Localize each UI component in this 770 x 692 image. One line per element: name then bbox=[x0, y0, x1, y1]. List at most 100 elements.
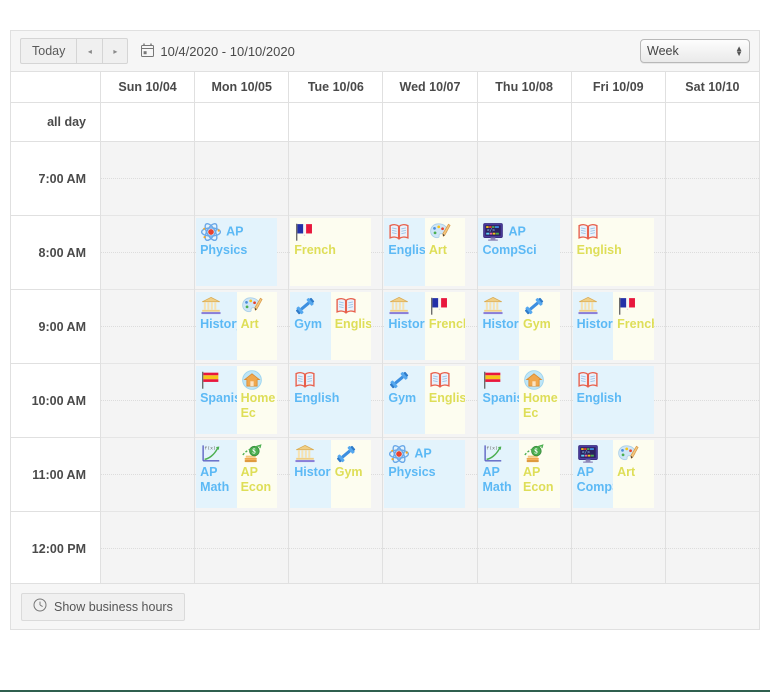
half-hour-slot[interactable] bbox=[289, 179, 382, 216]
calendar-event[interactable]: $ AP Econ bbox=[519, 440, 560, 508]
half-hour-slot[interactable] bbox=[195, 549, 288, 583]
slot-cell-0-0[interactable] bbox=[101, 142, 194, 216]
slot-cell-3-0[interactable] bbox=[383, 142, 476, 216]
calendar-event[interactable]: History bbox=[384, 292, 425, 360]
slot-cell-4-0[interactable] bbox=[478, 142, 571, 216]
calendar-event[interactable]: Home Ec bbox=[519, 366, 560, 434]
half-hour-slot[interactable] bbox=[101, 216, 194, 253]
calendar-event[interactable]: English bbox=[331, 292, 372, 360]
calendar-event[interactable]: English bbox=[384, 218, 425, 286]
calendar-event[interactable]: French bbox=[613, 292, 654, 360]
half-hour-slot[interactable] bbox=[383, 549, 476, 583]
half-hour-slot[interactable] bbox=[101, 512, 194, 549]
half-hour-slot[interactable] bbox=[478, 549, 571, 583]
half-hour-slot[interactable] bbox=[572, 142, 665, 179]
all-day-cell-0[interactable] bbox=[101, 103, 195, 141]
half-hour-slot[interactable] bbox=[666, 253, 759, 290]
calendar-event[interactable]: English bbox=[573, 366, 654, 434]
half-hour-slot[interactable] bbox=[383, 179, 476, 216]
half-hour-slot[interactable] bbox=[478, 142, 571, 179]
half-hour-slot[interactable] bbox=[666, 216, 759, 253]
calendar-event[interactable]: Spanish bbox=[196, 366, 237, 434]
day-header-2[interactable]: Tue 10/06 bbox=[289, 72, 383, 102]
all-day-cell-6[interactable] bbox=[666, 103, 759, 141]
calendar-event[interactable]: Spanish bbox=[478, 366, 519, 434]
half-hour-slot[interactable] bbox=[289, 549, 382, 583]
half-hour-slot[interactable] bbox=[101, 549, 194, 583]
slot-cell-6-3[interactable] bbox=[666, 364, 759, 438]
calendar-event[interactable]: Gym bbox=[290, 292, 331, 360]
calendar-event[interactable]: French bbox=[425, 292, 466, 360]
half-hour-slot[interactable] bbox=[289, 512, 382, 549]
slot-cell-0-5[interactable] bbox=[101, 512, 194, 583]
all-day-cell-4[interactable] bbox=[478, 103, 572, 141]
all-day-cell-2[interactable] bbox=[289, 103, 383, 141]
slot-cell-1-0[interactable] bbox=[195, 142, 288, 216]
half-hour-slot[interactable] bbox=[572, 179, 665, 216]
half-hour-slot[interactable] bbox=[572, 549, 665, 583]
half-hour-slot[interactable] bbox=[666, 327, 759, 364]
day-header-3[interactable]: Wed 10/07 bbox=[383, 72, 477, 102]
calendar-event[interactable]: Art bbox=[425, 218, 466, 286]
calendar-event[interactable]: Gym bbox=[384, 366, 425, 434]
calendar-event[interactable]: $ AP Econ bbox=[237, 440, 278, 508]
half-hour-slot[interactable] bbox=[666, 401, 759, 438]
date-range-display[interactable]: 10/4/2020 - 10/10/2020 bbox=[141, 43, 294, 60]
slot-cell-1-5[interactable] bbox=[195, 512, 288, 583]
day-header-0[interactable]: Sun 10/04 bbox=[101, 72, 195, 102]
day-header-1[interactable]: Mon 10/05 bbox=[195, 72, 289, 102]
calendar-event[interactable]: f(x)AP Math bbox=[196, 440, 237, 508]
half-hour-slot[interactable] bbox=[666, 549, 759, 583]
calendar-event[interactable]: French bbox=[290, 218, 371, 286]
calendar-event[interactable]: Art bbox=[237, 292, 278, 360]
next-week-button[interactable]: ▸ bbox=[102, 38, 128, 64]
calendar-event[interactable]: History bbox=[478, 292, 519, 360]
calendar-event[interactable]: Gym bbox=[331, 440, 372, 508]
calendar-event[interactable]: English bbox=[573, 218, 654, 286]
previous-week-button[interactable]: ◂ bbox=[76, 38, 102, 64]
half-hour-slot[interactable] bbox=[101, 142, 194, 179]
calendar-event[interactable]: Art bbox=[613, 440, 654, 508]
all-day-cell-1[interactable] bbox=[195, 103, 289, 141]
slot-cell-2-0[interactable] bbox=[289, 142, 382, 216]
calendar-event[interactable]: Gym bbox=[519, 292, 560, 360]
half-hour-slot[interactable] bbox=[101, 179, 194, 216]
half-hour-slot[interactable] bbox=[101, 475, 194, 512]
half-hour-slot[interactable] bbox=[666, 290, 759, 327]
today-button[interactable]: Today bbox=[20, 38, 76, 64]
half-hour-slot[interactable] bbox=[195, 179, 288, 216]
calendar-event[interactable]: History bbox=[290, 440, 331, 508]
calendar-event[interactable]: </> AP CompSci bbox=[573, 440, 614, 508]
slot-cell-4-5[interactable] bbox=[478, 512, 571, 583]
calendar-event[interactable]: Home Ec bbox=[237, 366, 278, 434]
calendar-event[interactable]: </> APCompSci bbox=[478, 218, 559, 286]
half-hour-slot[interactable] bbox=[101, 401, 194, 438]
day-header-5[interactable]: Fri 10/09 bbox=[572, 72, 666, 102]
half-hour-slot[interactable] bbox=[383, 142, 476, 179]
half-hour-slot[interactable] bbox=[666, 179, 759, 216]
half-hour-slot[interactable] bbox=[195, 142, 288, 179]
slot-cell-6-4[interactable] bbox=[666, 438, 759, 512]
half-hour-slot[interactable] bbox=[666, 475, 759, 512]
slot-cell-6-5[interactable] bbox=[666, 512, 759, 583]
slot-cell-3-5[interactable] bbox=[383, 512, 476, 583]
slot-cell-6-0[interactable] bbox=[666, 142, 759, 216]
calendar-event[interactable]: APPhysics bbox=[384, 440, 465, 508]
slot-cell-0-2[interactable] bbox=[101, 290, 194, 364]
half-hour-slot[interactable] bbox=[666, 512, 759, 549]
half-hour-slot[interactable] bbox=[666, 142, 759, 179]
slot-cell-6-2[interactable] bbox=[666, 290, 759, 364]
all-day-cell-5[interactable] bbox=[572, 103, 666, 141]
day-header-4[interactable]: Thu 10/08 bbox=[478, 72, 572, 102]
half-hour-slot[interactable] bbox=[101, 327, 194, 364]
calendar-event[interactable]: English bbox=[425, 366, 466, 434]
half-hour-slot[interactable] bbox=[478, 512, 571, 549]
slot-cell-5-5[interactable] bbox=[572, 512, 665, 583]
calendar-event[interactable]: English bbox=[290, 366, 371, 434]
slot-cell-0-4[interactable] bbox=[101, 438, 194, 512]
slot-cell-0-3[interactable] bbox=[101, 364, 194, 438]
half-hour-slot[interactable] bbox=[195, 512, 288, 549]
half-hour-slot[interactable] bbox=[101, 438, 194, 475]
half-hour-slot[interactable] bbox=[572, 512, 665, 549]
half-hour-slot[interactable] bbox=[289, 142, 382, 179]
